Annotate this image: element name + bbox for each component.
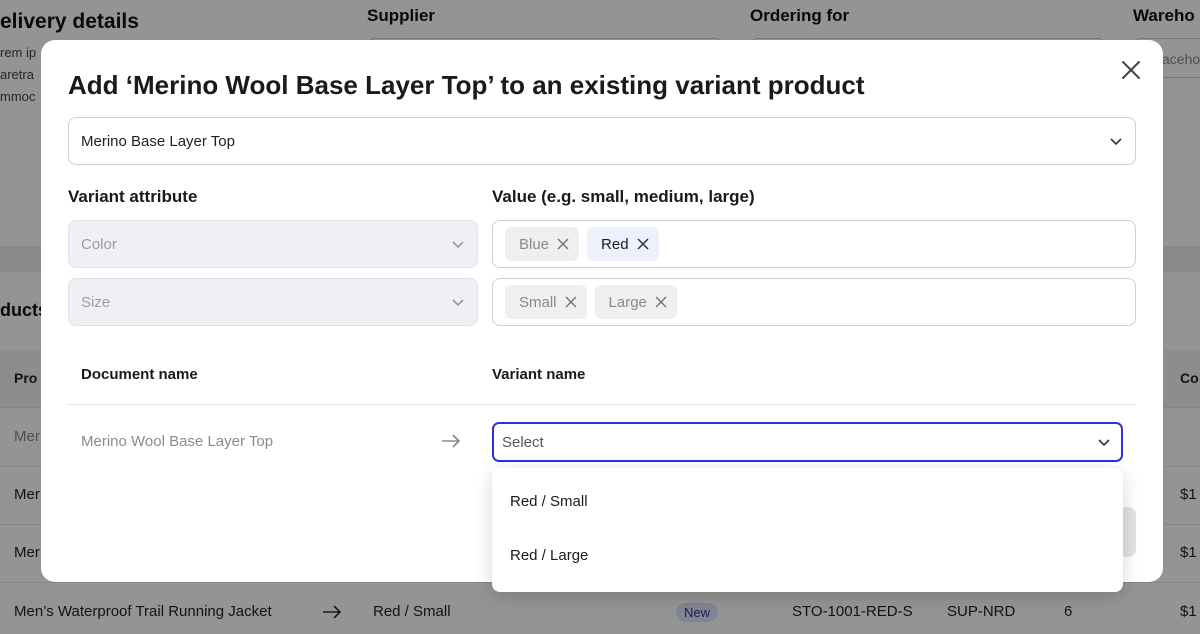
value-tag-label: Red — [601, 235, 629, 253]
attribute-select-value: Color — [81, 235, 117, 253]
attribute-select-value: Size — [81, 293, 111, 311]
chevron-down-icon — [452, 241, 464, 249]
variant-name-select[interactable]: Select — [492, 422, 1123, 462]
arrow-right-icon — [442, 434, 461, 448]
chevron-down-icon — [1110, 138, 1122, 146]
chevron-down-icon — [452, 299, 464, 307]
variant-name-select-placeholder: Select — [502, 433, 544, 451]
value-tag: Blue — [505, 227, 580, 261]
variant-product-select-value: Merino Base Layer Top — [81, 132, 235, 150]
close-icon[interactable] — [1119, 58, 1143, 82]
value-tag-label: Small — [519, 293, 557, 311]
document-name-header: Document name — [81, 366, 198, 383]
variant-product-select[interactable]: Merino Base Layer Top — [68, 117, 1136, 165]
remove-tag-icon[interactable] — [557, 238, 569, 250]
value-tags-color[interactable]: Blue Red — [492, 220, 1136, 268]
value-tag-label: Blue — [519, 235, 550, 253]
table-divider — [68, 404, 1136, 405]
value-label: Value (e.g. small, medium, large) — [492, 187, 755, 206]
variant-attribute-label: Variant attribute — [68, 187, 198, 206]
attribute-select-size: Size — [68, 278, 478, 326]
dialog-title: Add ‘Merino Wool Base Layer Top’ to an e… — [68, 70, 865, 100]
menu-item[interactable]: Red / Large — [492, 528, 1123, 582]
chevron-down-icon — [1098, 439, 1110, 447]
attribute-select-color: Color — [68, 220, 478, 268]
value-tag: Red — [587, 227, 659, 261]
remove-tag-icon[interactable] — [564, 296, 577, 308]
value-tag: Large — [594, 285, 677, 319]
variant-name-header: Variant name — [492, 366, 586, 383]
variant-options-menu: Red / Small Red / Large — [492, 468, 1123, 592]
remove-tag-icon[interactable] — [655, 296, 667, 308]
document-name: Merino Wool Base Layer Top — [81, 433, 274, 450]
menu-item[interactable]: Red / Small — [492, 474, 1123, 528]
remove-tag-icon[interactable] — [637, 238, 649, 250]
value-tag-label: Large — [608, 293, 647, 311]
value-tags-size[interactable]: Small Large — [492, 278, 1136, 326]
value-tag: Small — [505, 285, 587, 319]
